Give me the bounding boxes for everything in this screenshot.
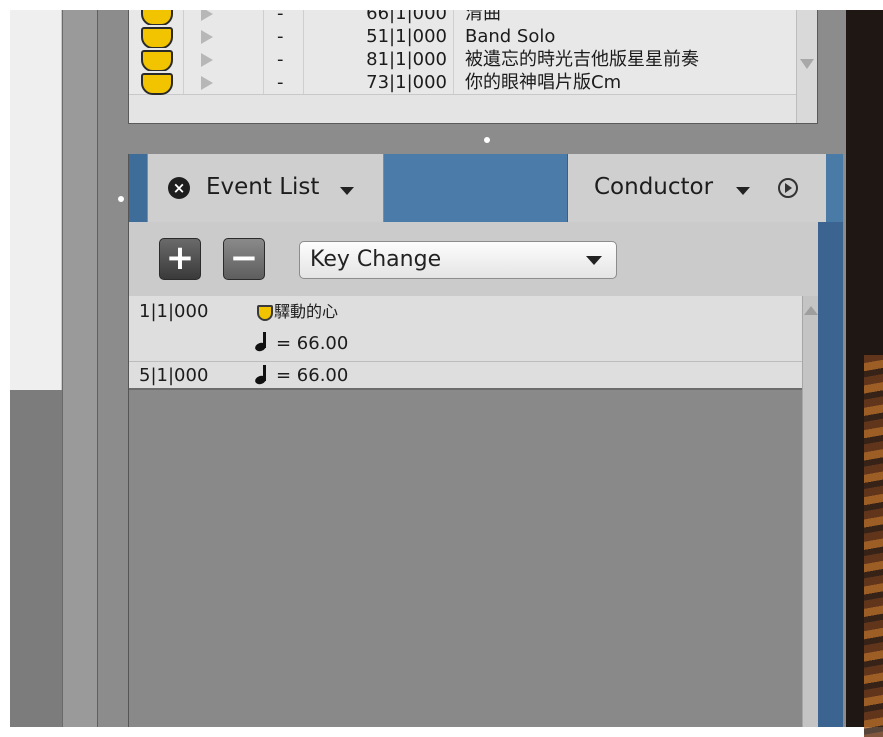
event-type-select[interactable]: Key Change <box>299 241 617 279</box>
marker-name: 清曲 <box>465 10 501 24</box>
marker-icon <box>141 27 173 49</box>
remove-event-button[interactable]: − <box>223 238 265 280</box>
event-tempo: = 66.00 <box>276 333 349 354</box>
event-position: 5|1|000 <box>139 365 209 386</box>
play-icon[interactable] <box>201 10 213 21</box>
play-icon[interactable] <box>201 76 213 90</box>
marker-icon <box>141 50 173 72</box>
marker-position: 73|1|000 <box>366 72 447 93</box>
chevron-down-icon <box>586 256 602 265</box>
tab-event-list-label: Event List <box>206 174 320 200</box>
tab-bar-edge-right <box>826 154 843 222</box>
marker-icon <box>257 305 273 321</box>
marker-dash: - <box>277 26 284 47</box>
play-icon[interactable] <box>201 53 213 67</box>
chevron-down-icon[interactable] <box>736 187 750 195</box>
event-row[interactable]: 5|1|000 = 66.00 <box>129 362 802 390</box>
left-pane <box>10 10 62 390</box>
tab-empty-slot <box>384 154 568 222</box>
event-tempo: = 66.00 <box>276 365 349 386</box>
event-position: 1|1|000 <box>139 301 209 322</box>
panel-right-edge <box>818 222 843 727</box>
event-marker-name: 驛動的心 <box>274 302 339 321</box>
marker-position: 51|1|000 <box>366 26 447 47</box>
scroll-down-arrow-icon[interactable] <box>800 59 814 69</box>
tab-event-list[interactable]: × Event List <box>147 154 384 222</box>
marker-dash: - <box>277 10 284 24</box>
marker-row[interactable]: - 73|1|000 你的眼神唱片版Cm <box>129 71 799 95</box>
marker-position: 66|1|000 <box>366 10 447 24</box>
marker-list-scrollbar[interactable] <box>796 10 817 123</box>
event-type-value: Key Change <box>310 247 442 272</box>
play-circle-icon[interactable] <box>778 178 798 198</box>
event-list-scrollbar[interactable] <box>802 296 818 727</box>
marker-icon <box>141 10 173 26</box>
pane-divider[interactable] <box>62 10 98 727</box>
marker-position: 81|1|000 <box>366 49 447 70</box>
background-image-edge <box>846 10 883 737</box>
quarter-note-icon <box>253 365 269 386</box>
marker-name: Band Solo <box>465 26 556 47</box>
event-toolbar: + − Key Change <box>129 222 818 296</box>
marker-dash: - <box>277 72 284 93</box>
tab-conductor-label: Conductor <box>594 174 714 200</box>
play-icon[interactable] <box>201 30 213 44</box>
scroll-up-arrow-icon[interactable] <box>804 306 818 315</box>
marker-row[interactable]: - 81|1|000 被遺忘的時光吉他版星星前奏 <box>129 48 799 72</box>
event-row[interactable]: 1|1|000 驛動的心 = 66.00 <box>129 296 802 362</box>
marker-name: 被遺忘的時光吉他版星星前奏 <box>465 49 699 70</box>
marker-icon <box>141 73 173 95</box>
collapse-handle-icon[interactable] <box>118 196 124 202</box>
marker-row[interactable]: - 66|1|000 清曲 <box>129 10 799 26</box>
quarter-note-icon <box>253 332 269 353</box>
resize-handle-icon[interactable] <box>484 137 490 143</box>
close-icon[interactable]: × <box>168 177 190 199</box>
add-event-button[interactable]: + <box>159 238 201 280</box>
marker-dash: - <box>277 49 284 70</box>
marker-name: 你的眼神唱片版Cm <box>465 72 622 93</box>
marker-list: - 66|1|000 清曲 - 51|1|000 Band Solo - 81|… <box>128 10 818 124</box>
chevron-down-icon[interactable] <box>340 187 354 195</box>
tab-bar-edge <box>129 154 147 222</box>
left-pane-lower <box>10 390 62 727</box>
tab-conductor[interactable]: Conductor <box>568 154 826 222</box>
marker-row[interactable]: - 51|1|000 Band Solo <box>129 25 799 49</box>
